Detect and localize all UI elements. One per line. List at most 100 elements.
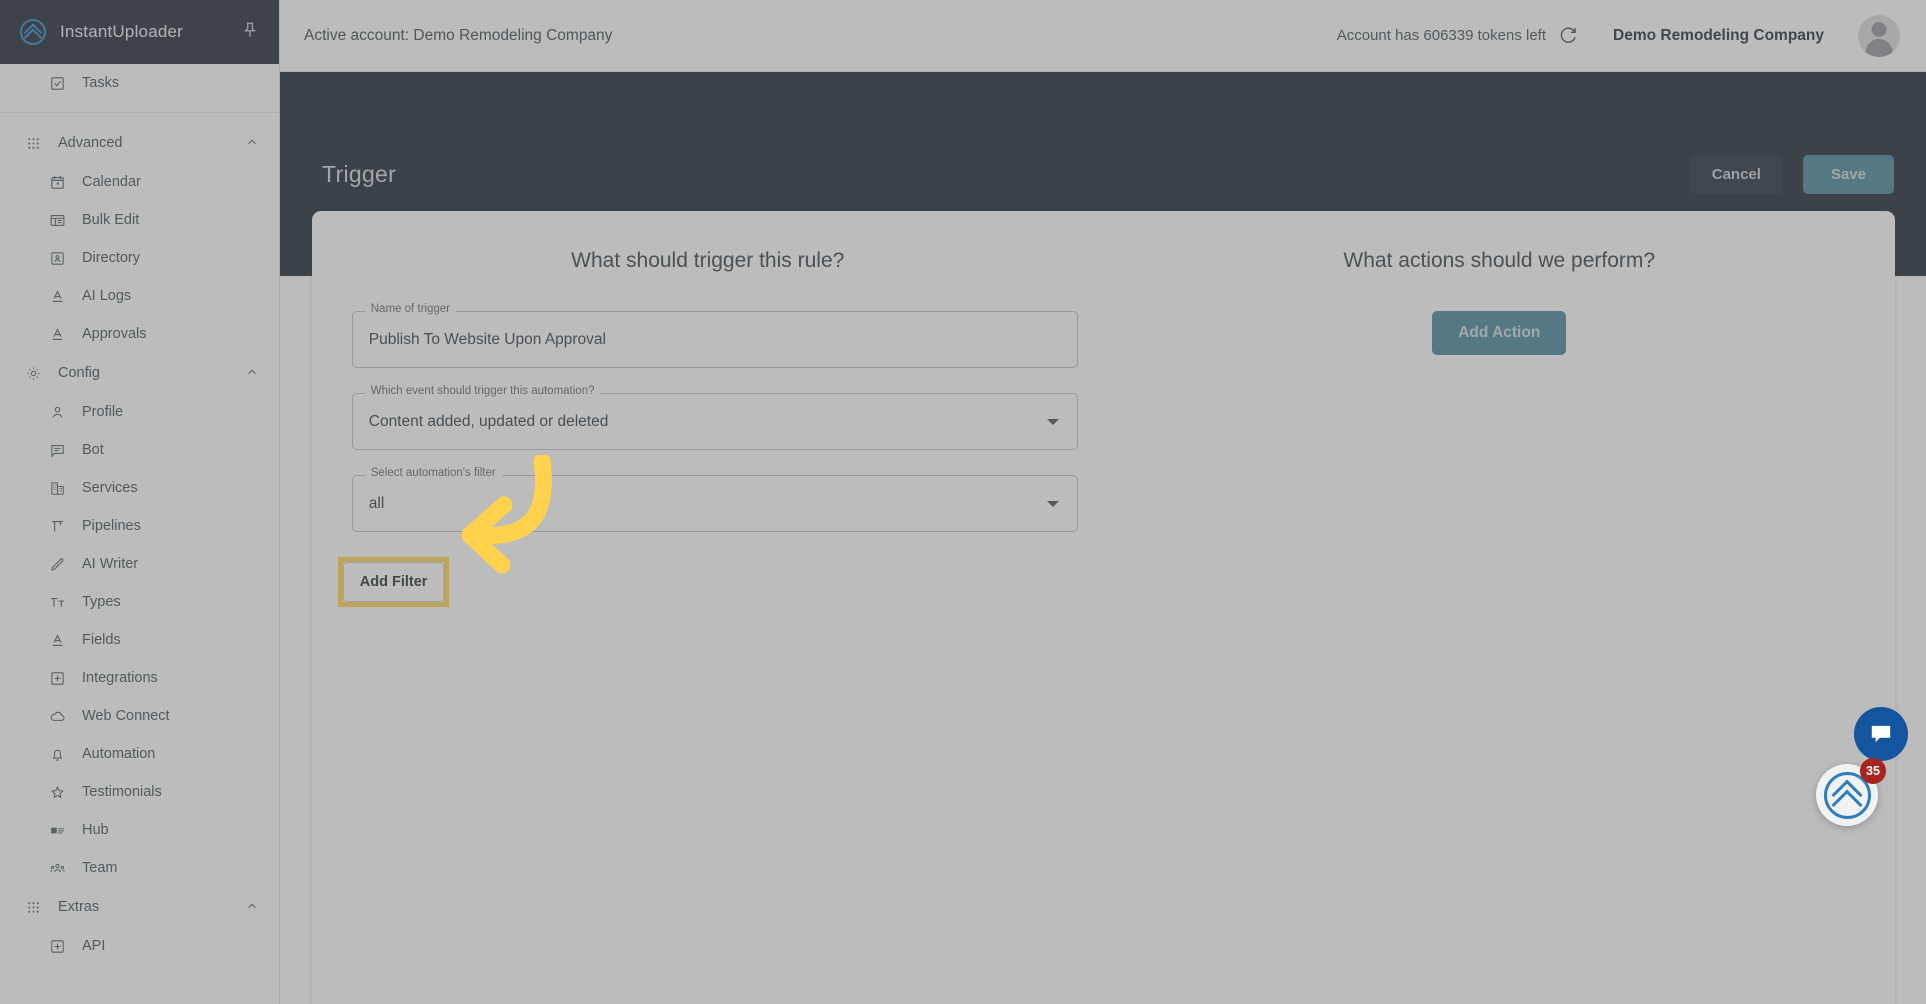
sidebar-item-types[interactable]: Types: [0, 583, 279, 621]
save-button[interactable]: Save: [1802, 154, 1894, 194]
tokens-left-label: Account has 606339 tokens left: [1336, 27, 1546, 44]
sidebar-item-label: Hub: [82, 822, 109, 838]
list-edit-icon: [48, 211, 66, 229]
add-action-button[interactable]: Add Action: [1432, 311, 1567, 355]
sidebar-group-advanced[interactable]: Advanced: [0, 123, 279, 163]
chevron-up-icon: [245, 365, 259, 382]
pipeline-icon: [48, 517, 66, 535]
bell-icon: [48, 745, 66, 763]
sidebar-item-label: Profile: [82, 404, 124, 420]
sidebar-item-label: Automation: [82, 746, 156, 762]
cloud-icon: [48, 707, 66, 725]
chevron-down-icon[interactable]: [1046, 500, 1059, 507]
sidebar-brand: InstantUploader: [0, 0, 279, 64]
sidebar-item-tasks[interactable]: Tasks: [0, 64, 279, 102]
hub-icon: [48, 821, 66, 839]
sidebar-divider: [0, 112, 279, 113]
trigger-column: What should trigger this rule? Name of t…: [312, 249, 1104, 1004]
sidebar-item-web-connect[interactable]: Web Connect: [0, 697, 279, 735]
add-filter-highlight: Add Filter: [337, 557, 450, 607]
text-format-icon: [48, 631, 66, 649]
sidebar-item-label: Pipelines: [82, 518, 141, 534]
sidebar-item-calendar[interactable]: Calendar: [0, 163, 279, 201]
sidebar-item-label: AI Logs: [82, 288, 132, 304]
sidebar-item-profile[interactable]: Profile: [0, 393, 279, 431]
account-name-label[interactable]: Demo Remodeling Company: [1613, 27, 1824, 45]
text-format-icon: [48, 325, 66, 343]
header-actions: Cancel Save: [1689, 154, 1894, 194]
name-of-trigger-field[interactable]: Name of trigger Publish To Website Upon …: [351, 303, 1078, 368]
plus-box-icon: [48, 937, 66, 955]
star-icon: [48, 783, 66, 801]
page-title: Trigger: [322, 160, 397, 187]
sidebar-item-directory[interactable]: Directory: [0, 239, 279, 277]
sidebar-item-label: Calendar: [82, 174, 141, 190]
sidebar-group-label: Advanced: [58, 135, 123, 151]
sidebar-item-integrations[interactable]: Integrations: [0, 659, 279, 697]
person-icon: [48, 403, 66, 421]
building-icon: [48, 479, 66, 497]
pin-icon[interactable]: [241, 21, 259, 43]
event-select-label: Which event should trigger this automati…: [364, 385, 601, 398]
tokens-group: Account has 606339 tokens left: [1337, 25, 1579, 46]
event-select-field[interactable]: Which event should trigger this automati…: [351, 385, 1078, 450]
content-card: What should trigger this rule? Name of t…: [312, 211, 1895, 1004]
sidebar-item-label: Web Connect: [82, 708, 170, 724]
calendar-icon: [48, 173, 66, 191]
chat-lines-icon: [48, 441, 66, 459]
sidebar-item-team[interactable]: Team: [0, 849, 279, 887]
filter-select-value: all: [368, 494, 385, 512]
grid-icon: [24, 134, 42, 152]
sidebar-item-label: Bulk Edit: [82, 212, 140, 228]
active-account-label: Active account: Demo Remodeling Company: [304, 26, 613, 44]
sidebar: InstantUploader Tasks Advanced Calendar …: [0, 0, 280, 1004]
sidebar-item-label: Fields: [82, 632, 121, 648]
people-icon: [48, 859, 66, 877]
avatar[interactable]: [1858, 14, 1900, 57]
sidebar-group-extras[interactable]: Extras: [0, 887, 279, 927]
add-filter-button[interactable]: Add Filter: [342, 562, 445, 602]
app-root: InstantUploader Tasks Advanced Calendar …: [0, 0, 1926, 1004]
sidebar-item-ai-writer[interactable]: AI Writer: [0, 545, 279, 583]
chat-icon: [1871, 725, 1891, 743]
text-size-icon: [48, 593, 66, 611]
sidebar-item-label: Services: [82, 480, 138, 496]
notification-badge[interactable]: 35: [1860, 758, 1886, 784]
sidebar-item-ai-logs[interactable]: AI Logs: [0, 277, 279, 315]
filter-select-field[interactable]: Select automation's filter all: [351, 467, 1078, 532]
chat-widget-button[interactable]: [1854, 707, 1908, 761]
sidebar-item-automation[interactable]: Automation: [0, 735, 279, 773]
cancel-button[interactable]: Cancel: [1689, 154, 1783, 194]
sidebar-item-bulk-edit[interactable]: Bulk Edit: [0, 201, 279, 239]
sidebar-item-api[interactable]: API: [0, 927, 279, 965]
refresh-icon[interactable]: [1558, 25, 1579, 46]
text-format-icon: [48, 287, 66, 305]
sidebar-item-fields[interactable]: Fields: [0, 621, 279, 659]
grid-icon: [24, 898, 42, 916]
sidebar-item-testimonials[interactable]: Testimonials: [0, 773, 279, 811]
sidebar-item-approvals[interactable]: Approvals: [0, 315, 279, 353]
sidebar-item-label: Bot: [82, 442, 104, 458]
checkbox-icon: [48, 74, 66, 92]
chevrons-up-circle-icon: [20, 19, 46, 45]
sidebar-group-config[interactable]: Config: [0, 353, 279, 393]
trigger-panel-title: What should trigger this rule?: [571, 249, 845, 272]
sidebar-item-pipelines[interactable]: Pipelines: [0, 507, 279, 545]
contact-card-icon: [48, 249, 66, 267]
sidebar-group-label: Extras: [58, 899, 100, 915]
sidebar-item-label: Team: [82, 860, 118, 876]
gear-icon: [24, 364, 42, 382]
sidebar-item-services[interactable]: Services: [0, 469, 279, 507]
sidebar-item-bot[interactable]: Bot: [0, 431, 279, 469]
sidebar-group-label: Config: [58, 365, 100, 381]
actions-panel-title: What actions should we perform?: [1343, 249, 1656, 272]
chevron-down-icon[interactable]: [1046, 418, 1059, 425]
name-of-trigger-label: Name of trigger: [364, 303, 457, 316]
chevron-up-icon: [245, 899, 259, 916]
sidebar-item-label: Testimonials: [82, 784, 162, 800]
topbar-right-group: Account has 606339 tokens left Demo Remo…: [1337, 14, 1900, 57]
sidebar-item-hub[interactable]: Hub: [0, 811, 279, 849]
sidebar-item-label: Integrations: [82, 670, 158, 686]
trigger-form: Name of trigger Publish To Website Upon …: [337, 303, 1078, 607]
name-of-trigger-value: Publish To Website Upon Approval: [368, 330, 606, 348]
